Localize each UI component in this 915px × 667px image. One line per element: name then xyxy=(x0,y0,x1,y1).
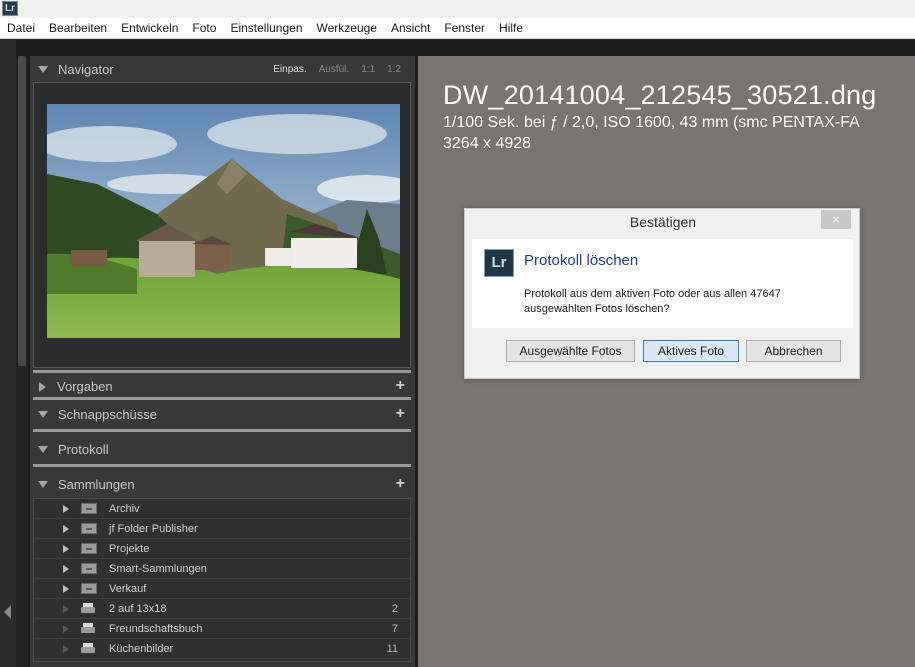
dialog-heading: Protokoll löschen xyxy=(524,252,639,269)
collection-name: Verkauf xyxy=(109,582,147,595)
dialog-message: Protokoll aus dem aktiven Foto oder aus … xyxy=(524,287,844,317)
left-panel: Navigator Einpas. Ausfül. 1:1 1:2 Vorgab… xyxy=(30,56,415,667)
menu-entwickeln[interactable]: Entwickeln xyxy=(121,21,178,35)
collapse-triangle-icon[interactable] xyxy=(38,66,48,73)
printer-icon xyxy=(81,623,97,634)
lightroom-logo-icon: Lr xyxy=(2,1,18,16)
expand-triangle-icon[interactable] xyxy=(63,564,69,573)
collections-list: Archiv jf Folder Publisher Projekte Smar… xyxy=(33,498,411,662)
add-snapshot-icon[interactable]: + xyxy=(396,406,405,422)
panel-divider xyxy=(33,429,411,432)
zoom-option-1-1[interactable]: 1:1 xyxy=(361,64,375,75)
collection-set-icon xyxy=(81,523,97,534)
title-bar: Lr xyxy=(0,0,915,18)
zoom-option-fit[interactable]: Einpas. xyxy=(273,64,306,75)
navigator-header[interactable]: Navigator Einpas. Ausfül. 1:1 1:2 xyxy=(30,56,415,83)
collection-name: jf Folder Publisher xyxy=(109,522,198,535)
navigator-thumbnail[interactable] xyxy=(47,104,400,338)
collapse-triangle-icon[interactable] xyxy=(38,446,48,453)
zoom-option-fill[interactable]: Ausfül. xyxy=(319,64,350,75)
panel-divider xyxy=(33,397,411,400)
collection-set-icon xyxy=(81,543,97,554)
protokoll-header[interactable]: Protokoll xyxy=(30,436,415,463)
printer-icon xyxy=(81,603,97,614)
expand-triangle-icon[interactable] xyxy=(63,524,69,533)
photo-exposure-info: 1/100 Sek. bei ƒ / 2,0, ISO 1600, 43 mm … xyxy=(443,114,860,131)
collection-name: 2 auf 13x18 xyxy=(109,602,167,615)
expand-triangle-icon[interactable] xyxy=(39,381,46,392)
list-item[interactable]: Verkauf xyxy=(34,579,410,599)
navigator-title: Navigator xyxy=(58,62,114,77)
collection-set-icon xyxy=(81,583,97,594)
dialog-body: Lr Protokoll löschen Protokoll aus dem a… xyxy=(472,239,853,328)
menu-datei[interactable]: Datei xyxy=(7,21,35,35)
photo-filename: DW_20141004_212545_30521.dng xyxy=(443,80,877,110)
add-collection-icon[interactable]: + xyxy=(396,476,405,492)
collapse-triangle-icon[interactable] xyxy=(38,481,48,488)
list-item[interactable]: Projekte xyxy=(34,539,410,559)
collection-count: 2 xyxy=(391,602,398,615)
expand-triangle-icon xyxy=(63,624,69,633)
left-panel-scrollbar[interactable] xyxy=(16,56,28,667)
vorgaben-title: Vorgaben xyxy=(57,379,113,394)
expand-triangle-icon[interactable] xyxy=(63,584,69,593)
list-item[interactable]: Archiv xyxy=(34,499,410,519)
selected-photos-button[interactable]: Ausgewählte Fotos xyxy=(506,340,635,362)
collection-count: 7 xyxy=(391,622,398,635)
collection-count: 11 xyxy=(386,642,398,655)
protokoll-title: Protokoll xyxy=(58,442,109,457)
active-photo-button[interactable]: Aktives Foto xyxy=(643,340,739,362)
navigator-preview[interactable] xyxy=(33,82,411,368)
zoom-option-1-2[interactable]: 1:2 xyxy=(387,64,401,75)
menu-ansicht[interactable]: Ansicht xyxy=(391,21,430,35)
list-item[interactable]: Küchenbilder 11 xyxy=(34,639,410,659)
landscape-photo xyxy=(47,104,400,338)
menu-foto[interactable]: Foto xyxy=(192,21,216,35)
schnappschuesse-title: Schnappschüsse xyxy=(58,407,158,422)
expand-triangle-icon[interactable] xyxy=(63,504,69,513)
expand-triangle-icon xyxy=(63,644,69,653)
list-item[interactable]: Smart-Sammlungen xyxy=(34,559,410,579)
collection-name: Freundschaftsbuch xyxy=(109,622,203,635)
list-item[interactable]: 2 auf 13x18 2 xyxy=(34,599,410,619)
vorgaben-header[interactable]: Vorgaben + xyxy=(30,373,415,400)
add-preset-icon[interactable]: + xyxy=(396,378,405,394)
list-item[interactable]: jf Folder Publisher xyxy=(34,519,410,539)
collection-set-icon xyxy=(81,503,97,514)
collection-name: Archiv xyxy=(109,502,140,515)
panel-divider xyxy=(33,464,411,467)
menu-bearbeiten[interactable]: Bearbeiten xyxy=(49,21,107,35)
printer-icon xyxy=(81,643,97,654)
schnappschuesse-header[interactable]: Schnappschüsse + xyxy=(30,401,415,428)
collection-set-icon xyxy=(81,563,97,574)
expand-triangle-icon[interactable] xyxy=(63,544,69,553)
collection-name: Küchenbilder xyxy=(109,642,174,655)
lightroom-logo-icon: Lr xyxy=(484,249,514,277)
photo-dimensions: 3264 x 4928 xyxy=(443,135,532,152)
dialog-message-line: Protokoll aus dem aktiven Foto oder aus … xyxy=(524,288,781,300)
dialog-message-line: ausgewählten Fotos löschen? xyxy=(524,303,670,315)
collection-name: Projekte xyxy=(109,542,150,555)
collapse-triangle-icon[interactable] xyxy=(38,411,48,418)
menu-hilfe[interactable]: Hilfe xyxy=(499,21,523,35)
sammlungen-title: Sammlungen xyxy=(58,477,135,492)
menu-bar: Datei Bearbeiten Entwickeln Foto Einstel… xyxy=(0,18,915,39)
close-icon[interactable]: × xyxy=(821,210,851,229)
list-item[interactable]: Freundschaftsbuch 7 xyxy=(34,619,410,639)
collection-name: Smart-Sammlungen xyxy=(109,562,207,575)
cancel-button[interactable]: Abbrechen xyxy=(746,340,841,362)
collapse-left-icon[interactable] xyxy=(4,605,11,619)
left-panel-toggle-strip[interactable] xyxy=(0,40,16,667)
menu-fenster[interactable]: Fenster xyxy=(444,21,485,35)
dialog-title: Bestätigen xyxy=(629,214,697,230)
navigator-zoom-options: Einpas. Ausfül. 1:1 1:2 xyxy=(261,56,401,83)
sammlungen-header[interactable]: Sammlungen + xyxy=(30,471,415,498)
scrollbar-thumb[interactable] xyxy=(18,56,26,366)
menu-werkzeuge[interactable]: Werkzeuge xyxy=(317,21,377,35)
menu-einstellungen[interactable]: Einstellungen xyxy=(230,21,302,35)
expand-triangle-icon xyxy=(63,604,69,613)
confirm-dialog: Bestätigen × Lr Protokoll löschen Protok… xyxy=(464,208,860,379)
